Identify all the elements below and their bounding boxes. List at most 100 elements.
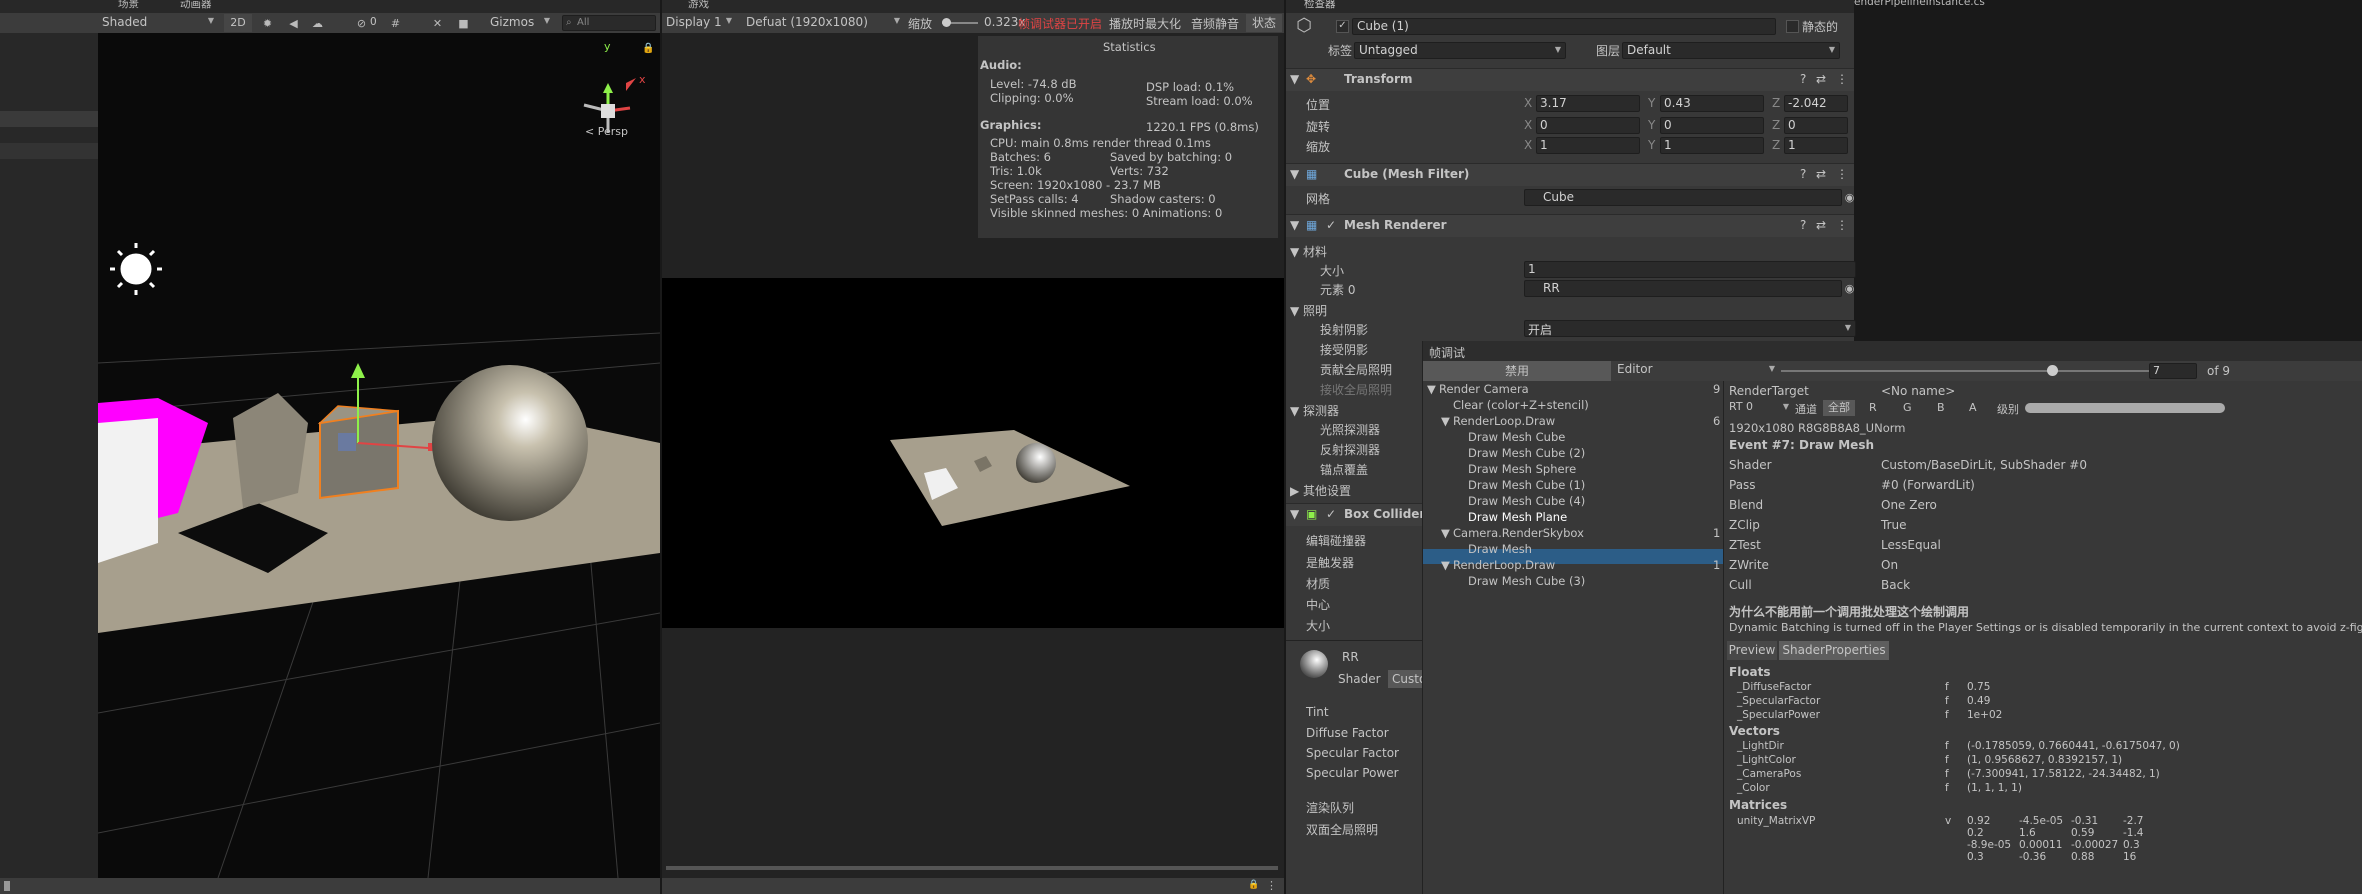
element0-field[interactable]: RR — [1524, 280, 1842, 297]
frame-debugger-tab[interactable]: 帧调试 — [1429, 344, 1465, 361]
tree-item-draw-mesh-cube[interactable]: Draw Mesh Cube — [1468, 430, 1565, 444]
probes-foldout[interactable]: ▼ 探测器 — [1290, 402, 1339, 419]
preset-icon[interactable]: ⇄ — [1816, 72, 1826, 86]
size-field[interactable]: 1 — [1524, 261, 1856, 278]
game-tab[interactable]: 游戏 — [688, 0, 709, 11]
hierarchy-row[interactable] — [0, 143, 98, 159]
scene-viewport[interactable]: y x 🔒 < Persp — [98, 33, 660, 878]
channel-b-toggle[interactable]: B — [1937, 401, 1945, 414]
gizmos-dropdown[interactable]: Gizmos — [488, 14, 554, 32]
game-scrollbar[interactable] — [666, 866, 1278, 870]
grid-icon[interactable]: # — [390, 18, 401, 29]
scale-y-field[interactable]: 1 — [1660, 137, 1764, 154]
stats-toggle[interactable]: 状态 — [1246, 14, 1282, 32]
shader-properties-tab[interactable]: ShaderProperties — [1779, 641, 1889, 660]
pos-z-field[interactable]: -2.042 — [1784, 95, 1848, 112]
tree-item-draw-mesh-cube-2[interactable]: Draw Mesh Cube (2) — [1468, 446, 1585, 460]
event-slider-handle[interactable] — [2047, 365, 2058, 376]
scale-z-field[interactable]: 1 — [1784, 137, 1848, 154]
help-icon[interactable]: ? — [1800, 218, 1806, 232]
effects-icon[interactable]: ☁ — [312, 18, 323, 29]
event-index-field[interactable]: 7 — [2149, 363, 2197, 379]
lock-icon[interactable]: 🔒 — [642, 42, 654, 54]
script-tab[interactable]: enderPipelineInstance.cs — [1854, 0, 1985, 8]
center-label: 中心 — [1306, 598, 1331, 612]
animator-tab[interactable]: 动画器 — [180, 0, 212, 11]
mesh-picker-icon[interactable]: ◉ — [1844, 192, 1855, 203]
display-dropdown[interactable]: Display 1 — [664, 14, 736, 32]
levels-slider[interactable] — [2025, 403, 2225, 413]
tools-icon[interactable]: ✕ — [432, 18, 443, 29]
scale-slider[interactable] — [942, 18, 978, 27]
audio-icon[interactable]: ◀ — [288, 18, 299, 29]
menu-icon[interactable]: ⋮ — [1836, 167, 1848, 181]
tag-dropdown[interactable]: Untagged — [1354, 42, 1566, 59]
channel-a-toggle[interactable]: A — [1969, 401, 1977, 414]
disable-button[interactable]: 禁用 — [1423, 361, 1611, 381]
pos-y-field[interactable]: 0.43 — [1660, 95, 1764, 112]
mesh-field[interactable]: Cube — [1524, 189, 1842, 206]
material-picker-icon[interactable]: ◉ — [1844, 283, 1855, 294]
scale-handle[interactable] — [942, 18, 951, 27]
rot-y-field[interactable]: 0 — [1660, 117, 1764, 134]
tree-item-draw-mesh-sphere[interactable]: Draw Mesh Sphere — [1468, 462, 1576, 476]
hidden-count: 0 — [370, 16, 377, 28]
enabled-checkbox[interactable]: ✓ — [1326, 507, 1336, 521]
lock-icon[interactable]: 🔒 — [1248, 880, 1259, 891]
enabled-checkbox[interactable]: ✓ — [1326, 218, 1336, 232]
tree-item-draw-mesh-cube-3[interactable]: Draw Mesh Cube (3) — [1468, 574, 1585, 588]
tree-item-renderloop-draw-2[interactable]: RenderLoop.Draw — [1453, 558, 1555, 572]
tree-item-renderloop-draw[interactable]: RenderLoop.Draw — [1453, 414, 1555, 428]
persp-label[interactable]: < Persp — [585, 125, 628, 138]
tree-item-camera-renderskybox[interactable]: Camera.RenderSkybox — [1453, 526, 1584, 540]
event-slider[interactable] — [1781, 365, 2153, 376]
tree-item-draw-mesh-cube-4[interactable]: Draw Mesh Cube (4) — [1468, 494, 1585, 508]
rt-dropdown[interactable]: RT 0 — [1727, 400, 1793, 416]
mesh-renderer-header[interactable]: ▼ ▦ ✓ Mesh Renderer ? ⇄ ⋮ — [1286, 214, 1854, 237]
channel-all-toggle[interactable]: 全部 — [1823, 400, 1855, 416]
help-icon[interactable]: ? — [1800, 72, 1806, 86]
2d-toggle[interactable]: 2D — [224, 14, 252, 32]
target-dropdown[interactable]: Editor — [1615, 362, 1779, 380]
mesh-filter-header[interactable]: ▼ ▦ Cube (Mesh Filter) ? ⇄ ⋮ — [1286, 163, 1854, 186]
shading-dropdown[interactable]: Shaded — [100, 14, 218, 32]
mute-audio-toggle[interactable]: 音频静音 — [1191, 15, 1239, 32]
menu-icon[interactable]: ⋮ — [1266, 880, 1277, 891]
pos-x-field[interactable]: 3.17 — [1536, 95, 1640, 112]
maximize-on-play-toggle[interactable]: 播放时最大化 — [1109, 15, 1181, 32]
object-name-field[interactable]: Cube (1) — [1352, 18, 1776, 35]
camera-icon[interactable]: ■ — [458, 18, 469, 29]
menu-icon[interactable]: ⋮ — [1836, 218, 1848, 232]
scene-tab[interactable]: 场景 — [118, 0, 139, 11]
inspector-tab-strip — [1286, 0, 1854, 13]
tree-item-clear[interactable]: Clear (color+Z+stencil) — [1453, 398, 1589, 412]
resolution-dropdown[interactable]: Defuat (1920x1080) — [744, 14, 904, 32]
inspector-tab[interactable]: 检查器 — [1304, 0, 1336, 11]
active-checkbox[interactable]: ✓ — [1336, 20, 1349, 33]
rot-z-field[interactable]: 0 — [1784, 117, 1848, 134]
channel-r-toggle[interactable]: R — [1869, 401, 1877, 414]
help-icon[interactable]: ? — [1800, 167, 1806, 181]
menu-icon[interactable]: ⋮ — [1836, 72, 1848, 86]
channel-g-toggle[interactable]: G — [1903, 401, 1912, 414]
materials-foldout[interactable]: ▼ 材料 — [1290, 243, 1327, 260]
transform-header[interactable]: ▼ ✥ Transform ? ⇄ ⋮ — [1286, 68, 1854, 91]
tree-item-render-camera[interactable]: Render Camera — [1439, 382, 1529, 396]
layer-dropdown[interactable]: Default — [1622, 42, 1840, 59]
preset-icon[interactable]: ⇄ — [1816, 167, 1826, 181]
scene-search[interactable]: ⌕ All — [562, 15, 656, 31]
tree-item-draw-mesh-plane[interactable]: Draw Mesh Plane — [1468, 510, 1567, 524]
hierarchy-row-selected[interactable] — [0, 111, 98, 127]
preset-icon[interactable]: ⇄ — [1816, 218, 1826, 232]
preview-tab[interactable]: Preview — [1727, 641, 1777, 660]
static-checkbox[interactable] — [1786, 20, 1799, 33]
other-settings-foldout[interactable]: ▶ 其他设置 — [1290, 482, 1351, 499]
cast-shadows-dropdown[interactable]: 开启 — [1524, 320, 1856, 337]
lighting-foldout[interactable]: ▼ 照明 — [1290, 302, 1327, 319]
scale-x-field[interactable]: 1 — [1536, 137, 1640, 154]
hidden-icon[interactable]: ⊘ — [356, 18, 367, 29]
tree-item-draw-mesh[interactable]: Draw Mesh — [1468, 542, 1532, 556]
lighting-icon[interactable]: ✹ — [262, 18, 273, 29]
rot-x-field[interactable]: 0 — [1536, 117, 1640, 134]
tree-item-draw-mesh-cube-1[interactable]: Draw Mesh Cube (1) — [1468, 478, 1585, 492]
